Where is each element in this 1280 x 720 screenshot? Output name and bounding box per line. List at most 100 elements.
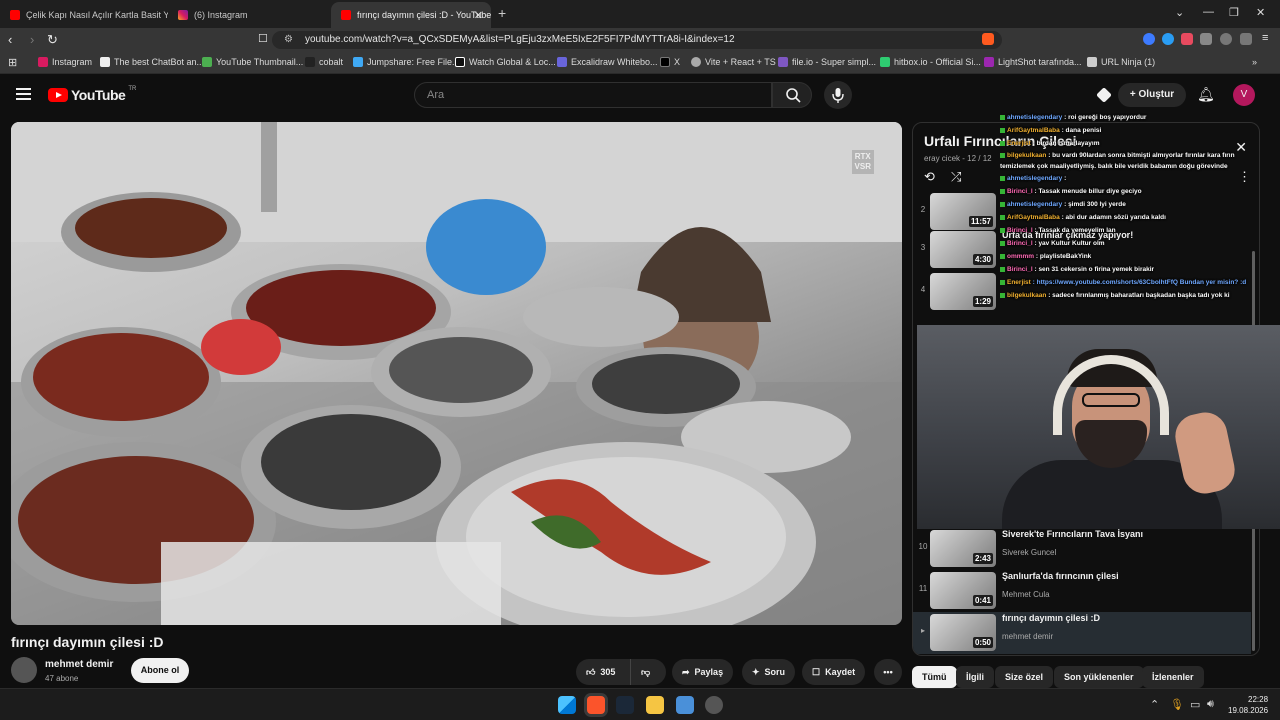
reload-button[interactable]: ↻ (47, 32, 58, 48)
excalidraw-icon (557, 57, 567, 67)
chat-message: bilgekulkaan : bu vardı 90lardan sonra b… (1000, 152, 1235, 170)
tab-title: (6) Instagram (194, 10, 248, 20)
network-icon[interactable]: ▭ (1190, 698, 1200, 711)
system-clock[interactable]: 22:28 19.08.2026 (1228, 694, 1268, 716)
subscriber-count: 47 abone (45, 674, 79, 683)
rtx-vsr-badge: RTX VSR (851, 150, 874, 174)
tab-celik-kapi[interactable]: Çelik Kapı Nasıl Açılır Kartla Basit Yön (0, 2, 168, 28)
bookmark-item[interactable]: Instagram (38, 57, 92, 67)
tab-title: Çelik Kapı Nasıl Açılır Kartla Basit Yön (26, 10, 168, 20)
search-input[interactable]: Ara (414, 82, 772, 108)
more-actions-button[interactable]: ••• (874, 659, 902, 685)
youtube-logo[interactable]: YouTube TR (48, 86, 136, 103)
chat-message: Birinci_l : yav Kultur Kultur olm (1000, 237, 1270, 250)
more-bookmarks-icon[interactable]: » (1252, 57, 1257, 67)
menu-icon[interactable]: ≡ (1262, 32, 1268, 44)
create-button[interactable]: + Oluştur (1118, 83, 1186, 107)
bookmark-item[interactable]: Jumpshare: Free File... (353, 57, 460, 67)
extension-icon[interactable] (1181, 33, 1193, 45)
ask-button[interactable]: ✦ Soru (742, 659, 796, 685)
chip-for-you[interactable]: Size özel (995, 666, 1054, 688)
share-button[interactable]: ➦ Paylaş (672, 659, 734, 685)
loop-icon[interactable]: ⟲ (924, 169, 935, 185)
new-tab-button[interactable]: + (498, 5, 506, 21)
bookmark-item[interactable]: Excalidraw Whitebo... (557, 57, 658, 67)
photos-icon[interactable] (676, 696, 694, 714)
subscribe-button[interactable]: Abone ol (131, 658, 189, 683)
hitbox-icon (880, 57, 890, 67)
start-windows-icon[interactable] (558, 696, 576, 714)
volume-icon[interactable]: 🔊︎ (1207, 698, 1214, 711)
tab-youtube-active[interactable]: fırınçı dayımın çilesi :D - YouTube ✕ (331, 2, 491, 28)
url-field[interactable]: ⚙ youtube.com/watch?v=a_QCxSDEMyA&list=P… (272, 31, 1002, 49)
address-toolbar: ‹ › ↻ ☐ ⚙ youtube.com/watch?v=a_QCxSDEMy… (0, 28, 1280, 52)
tab-close-icon[interactable]: ✕ (474, 9, 483, 22)
file-explorer-icon[interactable] (646, 696, 664, 714)
chip-all[interactable]: Tümü (912, 666, 957, 688)
notifications-bell-icon[interactable]: 🔔︎ (1197, 86, 1215, 103)
bookmark-item[interactable]: hitbox.io - Official Si... (880, 57, 981, 67)
brave-browser-icon[interactable] (587, 696, 605, 714)
chip-related[interactable]: İlgili (956, 666, 994, 688)
bookmark-item[interactable]: The best ChatBot an... (100, 57, 204, 67)
video-thumbnail: 4:30 (930, 231, 996, 268)
bookmark-item[interactable]: Watch Global & Loc... (455, 57, 556, 67)
microphone-icon (832, 88, 844, 103)
browser-tab-bar: Çelik Kapı Nasıl Açılır Kartla Basit Yön… (0, 0, 1280, 28)
bookmarks-bar: ⊞ Instagram The best ChatBot an... YouTu… (0, 52, 1280, 74)
channel-name[interactable]: mehmet demir (45, 659, 113, 670)
bookmark-item[interactable]: file.io - Super simpl... (778, 57, 876, 67)
close-window-button[interactable]: ✕ (1256, 6, 1265, 19)
instagram-favicon-icon (178, 10, 188, 20)
extension-icon[interactable] (1162, 33, 1174, 45)
bookmark-item[interactable]: Vite + React + TS (691, 57, 776, 67)
shuffle-icon[interactable]: ⤮ (951, 169, 961, 185)
video-player[interactable]: RTX VSR (11, 122, 902, 625)
playlist-item[interactable]: 10 2:43 Siverek'te Fırıncıların Tava İsy… (913, 528, 1251, 570)
game-controller-icon[interactable] (1096, 87, 1112, 103)
bookmark-item[interactable]: URL Ninja (1) (1087, 57, 1155, 67)
like-button[interactable]: 👍︎ 305 (576, 659, 630, 685)
account-avatar[interactable]: V (1233, 84, 1255, 106)
back-button[interactable]: ‹ (8, 32, 12, 47)
download-icon[interactable] (1220, 33, 1232, 45)
forward-button[interactable]: › (30, 32, 34, 47)
apps-grid-icon[interactable]: ⊞ (8, 56, 17, 69)
brave-shield-icon[interactable] (982, 33, 994, 45)
bookmark-item[interactable]: YouTube Thumbnail... (202, 57, 303, 67)
microphone-tray-icon[interactable]: 🎙︎ (1170, 698, 1184, 711)
steam-icon[interactable] (616, 696, 634, 714)
dislike-button[interactable]: 👎︎ (630, 659, 666, 685)
minimize-button[interactable]: — (1203, 6, 1214, 18)
search-icon (786, 88, 801, 103)
bookmark-icon[interactable]: ☐ (258, 32, 268, 45)
playlist-item-current[interactable]: ▸ 0:50 fırınçı dayımın çilesi :D mehmet … (913, 612, 1251, 654)
jumpshare-icon (353, 57, 363, 67)
chat-message: ArifGaytmalBaba : dana penisi (1000, 124, 1270, 137)
playlist-item[interactable]: 11 0:41 Şanlıurfa'da fırıncının çilesi M… (913, 570, 1251, 612)
bookmark-item[interactable]: LightShot tarafında... (984, 57, 1082, 67)
puzzle-icon[interactable] (1200, 33, 1212, 45)
video-thumbnail: 0:41 (930, 572, 996, 609)
chip-recent[interactable]: Son yüklenenler (1054, 666, 1144, 688)
chat-message: ahmetislegendary : şimdi 300 lyi yerde (1000, 198, 1270, 211)
tray-chevron-icon[interactable]: ⌃ (1150, 698, 1159, 711)
channel-avatar[interactable] (11, 657, 37, 683)
bookmark-item[interactable]: X (660, 57, 680, 67)
tab-instagram[interactable]: (6) Instagram (168, 2, 328, 28)
site-info-icon[interactable]: ⚙ (284, 31, 293, 49)
extension-icon[interactable] (1143, 33, 1155, 45)
maximize-button[interactable]: ❐ (1229, 6, 1239, 19)
tab-search-icon[interactable]: ⌄ (1175, 6, 1184, 19)
bookmark-item[interactable]: cobalt (305, 57, 343, 67)
voice-search-button[interactable] (824, 81, 852, 109)
obs-icon[interactable] (705, 696, 723, 714)
thumbnail-icon (202, 57, 212, 67)
chip-watched[interactable]: İzlenenler (1142, 666, 1204, 688)
save-button[interactable]: ☐ Kaydet (802, 659, 866, 685)
search-button[interactable] (772, 82, 812, 108)
wallet-icon[interactable] (1240, 33, 1252, 45)
globe-icon (691, 57, 701, 67)
menu-icon[interactable] (16, 88, 31, 103)
more-horizontal-icon: ••• (883, 667, 893, 677)
